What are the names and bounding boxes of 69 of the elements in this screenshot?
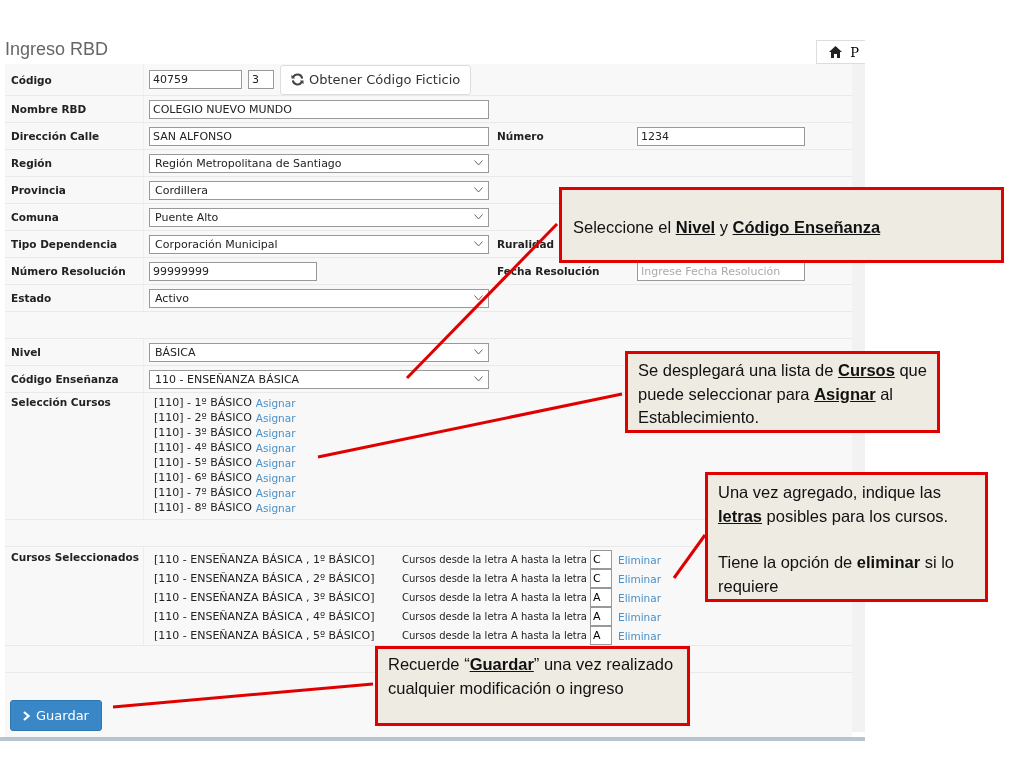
- chevron-right-icon: [23, 710, 30, 721]
- course-name: [110] - 7º BÁSICO: [154, 486, 252, 499]
- dropdown[interactable]: Corporación Municipal: [149, 234, 489, 254]
- callout-note: Seleccione el Nivel y Código Enseñanza: [559, 187, 1004, 263]
- dropdown[interactable]: Cordillera: [149, 180, 489, 200]
- letter-range-text: Cursos desde la letra A hasta la letra: [402, 554, 587, 565]
- field-label: Estado: [5, 285, 144, 311]
- check-digit-field[interactable]: 3: [248, 70, 274, 89]
- save-button[interactable]: Guardar: [10, 700, 102, 731]
- generate-code-button[interactable]: Obtener Código Ficticio: [280, 64, 472, 95]
- selected-course: [110 - ENSEÑANZA BÁSICA , 2º BÁSICO]: [154, 572, 376, 585]
- chevron-icon: [474, 295, 483, 301]
- field-label: Código: [5, 64, 144, 95]
- text-field[interactable]: COLEGIO NUEVO MUNDO: [149, 99, 489, 119]
- letter-field[interactable]: C: [590, 550, 612, 569]
- field-label: Tipo Dependencia: [5, 231, 144, 257]
- letter-range-text: Cursos desde la letra A hasta la letra: [402, 611, 587, 622]
- refresh-icon: [291, 73, 304, 86]
- callout-note: Recuerde “Guardar” una vez realizado cualquier modificación o ingreso: [375, 646, 690, 726]
- course-name: [110] - 5º BÁSICO: [154, 456, 252, 469]
- chevron-icon: [474, 187, 483, 193]
- letter-field[interactable]: C: [590, 569, 612, 588]
- selected-course: [110 - ENSEÑANZA BÁSICA , 1º BÁSICO]: [154, 553, 376, 566]
- text-field[interactable]: SAN ALFONSO: [149, 126, 489, 146]
- selected-course: [110 - ENSEÑANZA BÁSICA , 4º BÁSICO]: [154, 610, 376, 623]
- letter-field[interactable]: A: [590, 588, 612, 607]
- chevron-icon: [474, 241, 483, 247]
- code-field[interactable]: 40759: [149, 70, 242, 89]
- letter-range-text: Cursos desde la letra A hasta la letra: [402, 573, 587, 584]
- home-icon: [829, 46, 843, 58]
- course-name: [110] - 1º BÁSICO: [154, 396, 252, 409]
- field-label: Selección Cursos: [5, 393, 144, 519]
- course-name: [110] - 8º BÁSICO: [154, 501, 252, 514]
- dropdown[interactable]: Activo: [149, 288, 489, 308]
- field-label: Número: [497, 130, 544, 142]
- letter-field[interactable]: A: [590, 607, 612, 626]
- dropdown[interactable]: Región Metropolitana de Santiago: [149, 153, 489, 173]
- text-field[interactable]: 1234: [637, 126, 805, 146]
- course-name: [110] - 3º BÁSICO: [154, 426, 252, 439]
- field-label: Nivel: [5, 339, 144, 365]
- letter-range-text: Cursos desde la letra A hasta la letra: [402, 630, 587, 641]
- course-name: [110] - 2º BÁSICO: [154, 411, 252, 424]
- field-label: Código Enseñanza: [5, 366, 144, 392]
- field-label: Nombre RBD: [5, 96, 144, 122]
- field-label: Cursos Seleccionados: [5, 547, 144, 645]
- field-label: Dirección Calle: [5, 123, 144, 149]
- callout-note: Una vez agregado, indique las letras posibles para los cursos. Tiene la opción de eliminar si lo requiere: [705, 472, 988, 602]
- home-button[interactable]: P: [816, 40, 865, 64]
- field-label: Número Resolución: [5, 258, 144, 284]
- chevron-icon: [474, 160, 483, 166]
- selected-course: [110 - ENSEÑANZA BÁSICA , 3º BÁSICO]: [154, 591, 376, 604]
- chevron-icon: [474, 349, 483, 355]
- field-label: Comuna: [5, 204, 144, 230]
- dropdown[interactable]: Puente Alto: [149, 207, 489, 227]
- letter-field[interactable]: A: [590, 626, 612, 645]
- field-label: Región: [5, 150, 144, 176]
- letter-range-text: Cursos desde la letra A hasta la letra: [402, 592, 587, 603]
- dropdown[interactable]: BÁSICA: [149, 342, 489, 362]
- text-field[interactable]: 99999999: [149, 261, 317, 281]
- field-label: Provincia: [5, 177, 144, 203]
- leader-line: [672, 534, 707, 579]
- dropdown[interactable]: 110 - ENSEÑANZA BÁSICA: [149, 369, 489, 389]
- course-name: [110] - 4º BÁSICO: [154, 441, 252, 454]
- selected-course: [110 - ENSEÑANZA BÁSICA , 5º BÁSICO]: [154, 629, 376, 642]
- callout-note: Se desplegará una lista de Cursos que puede seleccionar para Asignar al Establecimiento.: [625, 351, 940, 433]
- page-title: Ingreso RBD: [5, 39, 109, 60]
- chevron-icon: [474, 376, 483, 382]
- chevron-icon: [474, 214, 483, 220]
- course-name: [110] - 6º BÁSICO: [154, 471, 252, 484]
